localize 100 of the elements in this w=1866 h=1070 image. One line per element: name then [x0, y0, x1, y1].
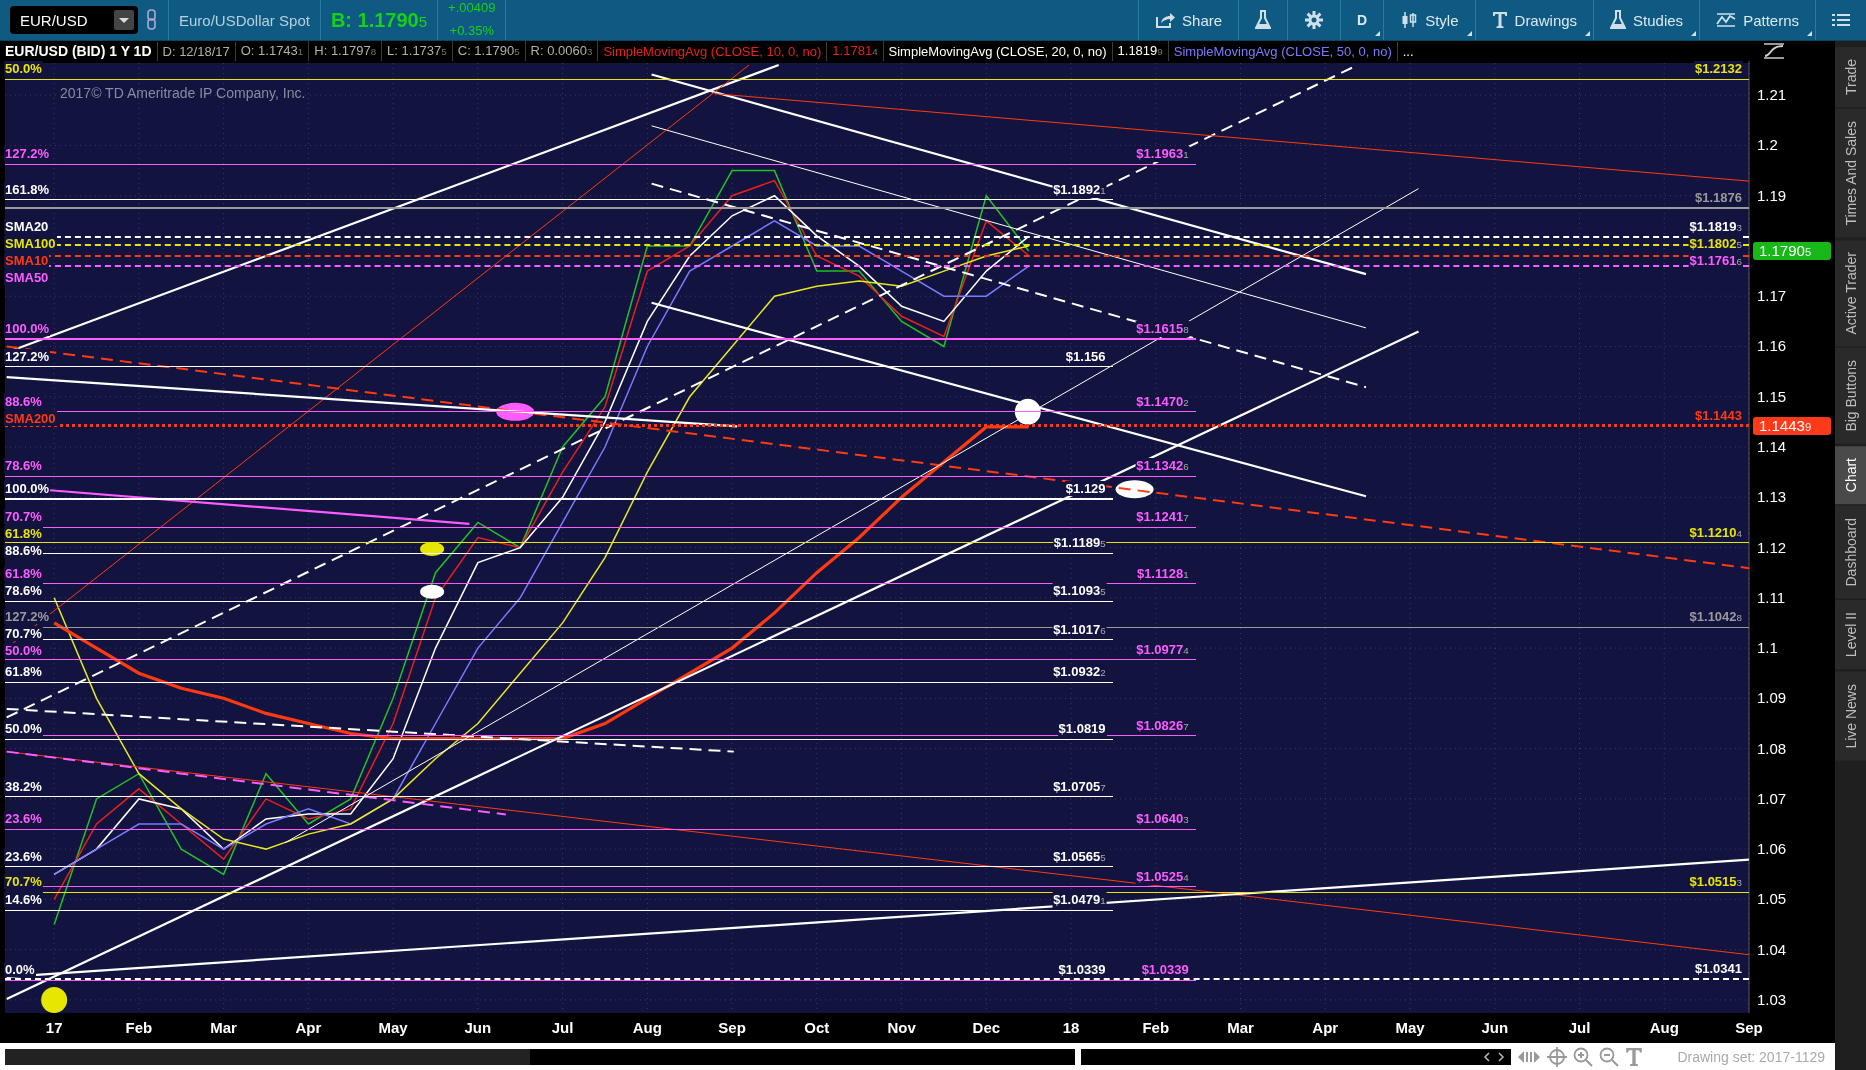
axis-label: 1.11	[1757, 588, 1786, 606]
study-value: 1.18199	[1112, 41, 1169, 62]
level-percent-label: 70.7%	[4, 626, 43, 642]
study-name: SimpleMovingAvg (CLOSE, 10, 0, no)	[598, 41, 828, 61]
curve-icon[interactable]	[1763, 42, 1785, 61]
date-label: Feb	[1142, 1019, 1170, 1037]
bid-price: B: 1.17905	[330, 8, 428, 32]
axis-label: 1.05	[1757, 890, 1787, 908]
axis-label: 1.08	[1757, 739, 1787, 757]
level-percent-label: 127.2%	[4, 146, 51, 162]
share-icon	[1155, 12, 1176, 28]
more-studies[interactable]: ...	[1397, 41, 1419, 61]
copyright-text: 2017© TD Ameritrade IP Company, Inc.	[60, 85, 306, 102]
settings-icon	[1304, 10, 1325, 30]
date-label: Feb	[125, 1019, 153, 1037]
axis-label: 1.2	[1757, 136, 1778, 154]
link-icon[interactable]	[146, 9, 158, 31]
ellipse-marker	[420, 584, 445, 599]
symbol-dropdown[interactable]: EUR/USD	[10, 6, 138, 34]
level-price-label: $1.10428	[1688, 609, 1743, 626]
text-tool-icon[interactable]	[1625, 1046, 1643, 1067]
axis-label: 1.21	[1757, 86, 1787, 104]
date-label: Oct	[804, 1019, 830, 1037]
chart-title: EUR/USD (BID) 1 Y 1D	[0, 41, 158, 61]
date-label: Jul	[1568, 1019, 1591, 1037]
candlestick-icon	[1400, 11, 1419, 29]
axis-label: 1.16	[1757, 337, 1787, 355]
level-price-label: $1.0339	[1057, 962, 1107, 978]
axis-label: 1.17	[1757, 287, 1787, 305]
date-label: Sep	[1735, 1019, 1763, 1037]
level-percent-label: 61.8%	[4, 664, 43, 680]
symbol-description: Euro/USDollar Spot	[179, 11, 310, 29]
date-label: Apr	[1312, 1019, 1339, 1037]
level-price-label: $1.19631	[1135, 146, 1190, 163]
scroll-left-icon[interactable]	[1483, 1051, 1491, 1062]
level-price-label: $1.0819	[1057, 721, 1107, 737]
date-label: May	[378, 1019, 408, 1037]
date-label: Mar	[210, 1019, 237, 1037]
date-label: 18	[1062, 1019, 1080, 1037]
drawings-button[interactable]: Drawings	[1474, 0, 1594, 40]
share-button[interactable]: Share	[1138, 0, 1239, 40]
ellipse-marker	[1115, 480, 1154, 499]
date-label: Apr	[295, 1019, 322, 1037]
level-percent-label: 127.2%	[4, 609, 51, 625]
patterns-button[interactable]: Patterns	[1699, 0, 1815, 40]
side-tab[interactable]: Live News	[1835, 671, 1866, 761]
ohlc-value: L: 1.17375	[382, 41, 453, 62]
side-tab[interactable]: Times And Sales	[1835, 109, 1866, 238]
side-tab[interactable]: Trade	[1835, 47, 1866, 108]
level-price-label: $1.16158	[1135, 321, 1190, 338]
axis-label: 1.19	[1757, 186, 1787, 204]
scroll-right-icon[interactable]	[1497, 1051, 1505, 1062]
date-label: Nov	[887, 1019, 916, 1037]
study-name: SimpleMovingAvg (CLOSE, 50, 0, no)	[1168, 41, 1398, 61]
level-percent-label: 61.8%	[4, 526, 43, 542]
caret-icon	[114, 10, 134, 30]
zoom-out-icon[interactable]	[1599, 1046, 1619, 1067]
level-price-label: $1.11895	[1052, 535, 1107, 552]
date-label: Mar	[1227, 1019, 1254, 1037]
ellipse-marker	[41, 987, 68, 1014]
axis-label: 1.04	[1757, 940, 1787, 958]
side-tab[interactable]: Active Trader	[1835, 239, 1866, 347]
axis-label: 1.12	[1757, 538, 1787, 556]
level-price-label: $1.06403	[1135, 811, 1190, 828]
scrollbar-thumb[interactable]	[5, 1048, 530, 1065]
side-tab[interactable]: Level II	[1835, 600, 1866, 670]
date-label: Dec	[972, 1019, 1001, 1037]
ohlc-value: H: 1.17978	[309, 41, 383, 62]
axis-label: 1.14	[1757, 438, 1787, 456]
axis-label: 1.03	[1757, 991, 1787, 1009]
ohlc-value: R: 0.00603	[525, 41, 599, 62]
date-label: Jun	[1481, 1019, 1509, 1037]
date-label: 17	[45, 1019, 63, 1037]
style-button[interactable]: Style	[1383, 0, 1475, 40]
axis-label: 1.13	[1757, 488, 1787, 506]
level-price-label: $1.10935	[1052, 583, 1107, 600]
level-price-label: $1.0339	[1140, 962, 1190, 978]
level-price-label: $1.05153	[1688, 874, 1743, 890]
crosshair-icon[interactable]	[1547, 1046, 1567, 1067]
axis-label: 1.06	[1757, 840, 1787, 858]
level-percent-label: 23.6%	[4, 811, 43, 827]
date-label: Jun	[464, 1019, 492, 1037]
date-label: Aug	[1649, 1019, 1679, 1037]
level-percent-label: 78.6%	[4, 583, 43, 599]
level-percent-label: 100.0%	[4, 321, 51, 337]
study-name: SimpleMovingAvg (CLOSE, 20, 0, no)	[883, 41, 1113, 61]
date-label: Jul	[551, 1019, 574, 1037]
price-change: +.00409	[448, 0, 496, 15]
side-tab[interactable]: Chart	[1835, 445, 1866, 504]
side-tab[interactable]: Big Buttons	[1835, 348, 1866, 444]
level-percent-label: 50.0%	[4, 61, 43, 77]
study-value: 1.17814	[827, 41, 884, 62]
zoom-in-icon[interactable]	[1573, 1046, 1593, 1067]
aggregation-button[interactable]: D	[1340, 0, 1384, 40]
pattern-icon	[1716, 11, 1737, 29]
ellipse-marker	[1014, 399, 1041, 425]
studies-button[interactable]: Studies	[1593, 0, 1700, 40]
pan-icon[interactable]	[1517, 1048, 1541, 1065]
level-percent-label: 78.6%	[4, 458, 43, 474]
side-tab[interactable]: Dashboard	[1835, 505, 1866, 599]
